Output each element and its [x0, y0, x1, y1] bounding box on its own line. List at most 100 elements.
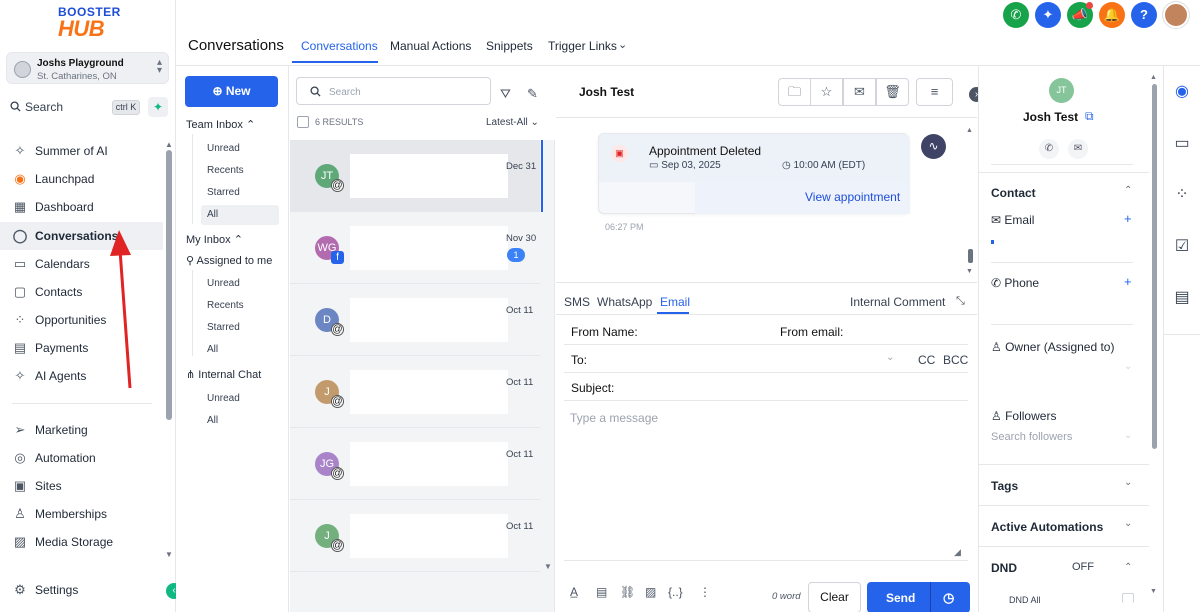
chevron-down-icon[interactable]: ⌄	[618, 38, 627, 51]
tab-snippets[interactable]: Snippets	[486, 39, 533, 53]
tab-email[interactable]: Email	[660, 295, 690, 309]
conversation-row[interactable]: D @ Oct 11	[290, 284, 540, 356]
conversation-row[interactable]: JG @ Oct 11	[290, 428, 540, 500]
tab-internal-comment[interactable]: Internal Comment	[850, 295, 945, 309]
collapse-icon[interactable]: ⤡	[956, 295, 965, 308]
select-all-checkbox[interactable]	[297, 116, 309, 128]
user-avatar[interactable]	[1163, 2, 1189, 28]
team-recents[interactable]: Recents	[207, 165, 244, 176]
team-all[interactable]: All	[207, 209, 218, 220]
chevron-down-icon[interactable]: ⌄	[1124, 361, 1132, 372]
compose-icon[interactable]: ✎	[527, 86, 538, 102]
pipeline-icon[interactable]: ⁘	[1172, 185, 1192, 205]
scroll-down-icon[interactable]: ▼	[1150, 588, 1157, 595]
nav-launchpad[interactable]: ◉ Launchpad	[0, 165, 163, 193]
nav-opportunities[interactable]: ⁘ Opportunities	[0, 306, 163, 334]
document-icon[interactable]: ▤	[596, 585, 607, 599]
help-icon[interactable]: ?	[1131, 2, 1157, 28]
followers-search-input[interactable]: Search followers	[991, 431, 1072, 443]
quick-action-icon[interactable]: ✦	[148, 97, 168, 117]
add-email-icon[interactable]: +	[1124, 211, 1132, 226]
assigned-to-me[interactable]: ⚲ Assigned to me	[186, 254, 272, 267]
my-starred[interactable]: Starred	[207, 322, 240, 333]
calendar-icon[interactable]: ▭	[1172, 134, 1192, 154]
custom-values-icon[interactable]: {..}	[668, 585, 683, 599]
team-starred[interactable]: Starred	[207, 187, 240, 198]
sidebar-scrollbar[interactable]	[166, 150, 172, 420]
mail-icon[interactable]: ✉	[843, 78, 876, 106]
chat-all[interactable]: All	[207, 415, 218, 426]
chevron-up-icon[interactable]: ⌃	[1124, 185, 1132, 196]
internal-chat-header[interactable]: ⋔ Internal Chat	[186, 368, 261, 381]
dnd-all-checkbox[interactable]	[1122, 593, 1134, 603]
tab-conversations[interactable]: Conversations	[301, 39, 378, 53]
notes-icon[interactable]: ▤	[1172, 288, 1192, 308]
cc-button[interactable]: CC	[918, 353, 935, 367]
logo[interactable]: BOOSTER HUB	[58, 6, 120, 40]
add-phone-icon[interactable]: +	[1124, 274, 1132, 289]
my-inbox-header[interactable]: My Inbox ⌃	[186, 233, 243, 246]
tab-sms[interactable]: SMS	[564, 295, 590, 309]
message-scrollbar[interactable]	[968, 249, 973, 263]
active-automations-heading[interactable]: Active Automations	[991, 520, 1103, 534]
nav-settings[interactable]: ⚙ Settings	[0, 576, 163, 604]
scroll-down-icon[interactable]: ▼	[165, 550, 173, 559]
more-icon[interactable]: ⋮	[699, 585, 711, 599]
mail-icon[interactable]: ✉	[1068, 139, 1088, 159]
clear-button[interactable]: Clear	[808, 582, 861, 612]
to-row[interactable]: To: ⌄ CC BCC	[564, 345, 968, 373]
conversation-row[interactable]: JT @ Dec 31	[290, 140, 540, 212]
nav-ai-agents[interactable]: ✧ AI Agents	[0, 362, 163, 390]
resize-handle[interactable]: ◢	[954, 547, 961, 558]
chevron-down-icon[interactable]: ⌄	[1124, 518, 1132, 529]
text-format-icon[interactable]: A̲	[570, 585, 578, 599]
nav-dashboard[interactable]: ▦ Dashboard	[0, 193, 163, 221]
email-input[interactable]	[991, 240, 994, 244]
nav-marketing[interactable]: ➢ Marketing	[0, 416, 163, 444]
my-all[interactable]: All	[207, 344, 218, 355]
conversation-row[interactable]: WG f Nov 30	[290, 212, 540, 284]
team-inbox-header[interactable]: Team Inbox ⌃	[186, 118, 255, 131]
scroll-up-icon[interactable]: ▲	[1150, 74, 1157, 81]
chat-unread[interactable]: Unread	[207, 393, 240, 404]
trash-icon[interactable]: 🗑	[876, 78, 909, 106]
tab-trigger-links[interactable]: Trigger Links	[548, 39, 617, 53]
user-circle-icon[interactable]: ◉	[1172, 82, 1192, 102]
my-recents[interactable]: Recents	[207, 300, 244, 311]
tab-manual-actions[interactable]: Manual Actions	[390, 39, 471, 53]
message-editor[interactable]: Type a message ◢	[564, 401, 968, 561]
new-conversation-button[interactable]: ⊕ New	[185, 76, 278, 107]
conversation-row[interactable]: J @ Oct 11	[290, 500, 540, 572]
dnd-heading[interactable]: DND	[991, 561, 1017, 575]
star-icon[interactable]: ☆	[810, 78, 843, 106]
scroll-down-icon[interactable]: ▼	[544, 562, 552, 571]
chevron-down-icon[interactable]: ⌄	[1124, 430, 1132, 441]
nav-payments[interactable]: ▤ Payments	[0, 334, 163, 362]
bcc-button[interactable]: BCC	[943, 353, 968, 367]
account-switcher[interactable]: Joshs Playground St. Catharines, ON ▴ ▾	[6, 52, 169, 84]
scroll-down-icon[interactable]: ▼	[966, 268, 973, 275]
folder-icon[interactable]: 🗀	[778, 78, 811, 106]
my-unread[interactable]: Unread	[207, 278, 240, 289]
magic-icon[interactable]: ✦	[1035, 2, 1061, 28]
nav-conversations[interactable]: ◯ Conversations	[0, 222, 163, 250]
conversation-row[interactable]: J @ Oct 11	[290, 356, 540, 428]
nav-automation[interactable]: ◎ Automation	[0, 444, 163, 472]
tags-heading[interactable]: Tags	[991, 479, 1018, 493]
task-check-icon[interactable]: ☑	[1172, 237, 1192, 257]
phone-icon[interactable]: ✆	[1039, 139, 1059, 159]
conversation-search-input[interactable]: Search	[296, 77, 491, 105]
image-icon[interactable]: ▨	[645, 585, 656, 599]
tab-whatsapp[interactable]: WhatsApp	[597, 295, 652, 309]
send-button[interactable]: Send ◷	[867, 582, 970, 612]
phone-icon[interactable]: ✆	[1003, 2, 1029, 28]
nav-summer-of-ai[interactable]: ✧ Summer of AI	[0, 137, 163, 165]
filter-icon[interactable]: ⛛	[500, 86, 511, 102]
sort-filter[interactable]: Latest-All ⌄	[486, 117, 539, 128]
nav-sites[interactable]: ▣ Sites	[0, 472, 163, 500]
nav-media-storage[interactable]: ▨ Media Storage	[0, 528, 163, 556]
team-unread[interactable]: Unread	[207, 143, 240, 154]
link-icon[interactable]: ⛓	[620, 585, 635, 599]
nav-memberships[interactable]: ♙ Memberships	[0, 500, 163, 528]
scroll-up-icon[interactable]: ▲	[966, 127, 973, 134]
